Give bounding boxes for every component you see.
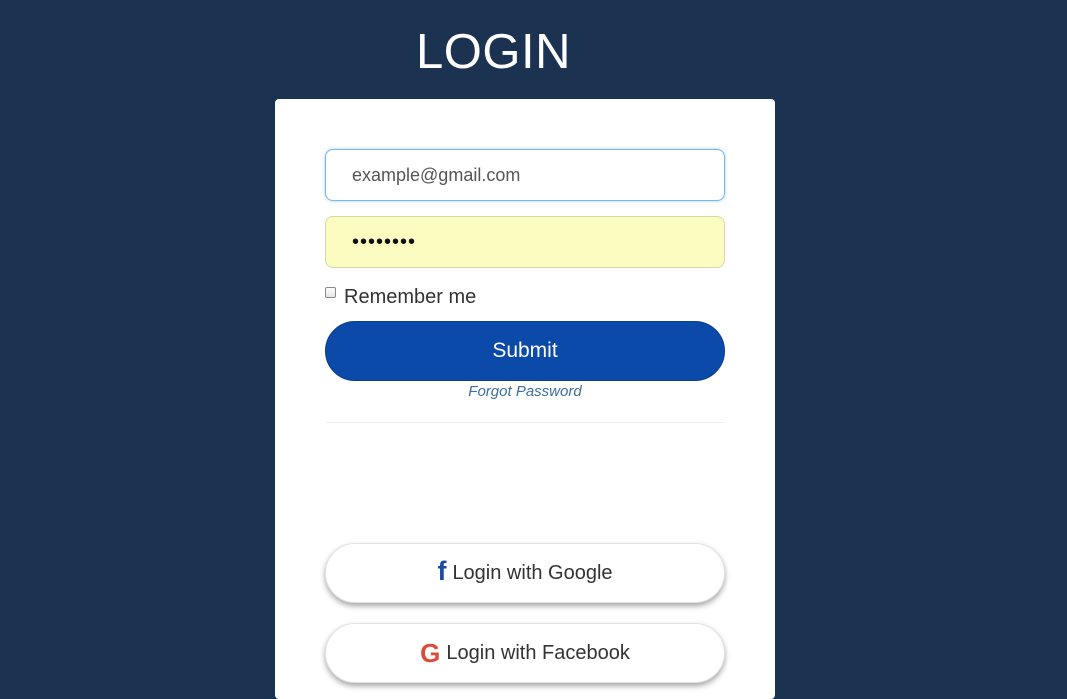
- email-field[interactable]: [325, 149, 725, 201]
- divider: [325, 422, 725, 423]
- password-field[interactable]: [325, 216, 725, 268]
- google-g-icon: G: [420, 638, 441, 668]
- login-with-google-label: Login with Google: [452, 561, 613, 584]
- forgot-password-link[interactable]: Forgot Password: [325, 382, 725, 402]
- facebook-f-icon: f: [437, 555, 447, 586]
- login-with-facebook-label: Login with Facebook: [446, 641, 630, 664]
- remember-me-checkbox[interactable]: [325, 287, 336, 298]
- login-card: Remember me Submit Forgot Password f Log…: [275, 99, 775, 699]
- remember-me-row: Remember me: [325, 284, 476, 308]
- login-with-google-button[interactable]: f Login with Google: [325, 543, 725, 603]
- page-title: LOGIN: [416, 25, 571, 79]
- submit-button[interactable]: Submit: [325, 321, 725, 381]
- login-with-facebook-button[interactable]: G Login with Facebook: [325, 623, 725, 683]
- remember-me-label[interactable]: Remember me: [344, 285, 476, 309]
